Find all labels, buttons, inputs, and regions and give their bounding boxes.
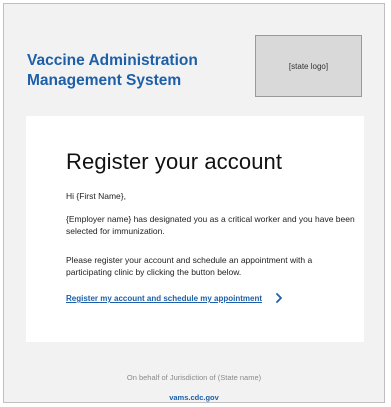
register-link[interactable]: Register my account and schedule my appo… — [66, 294, 262, 303]
state-logo-placeholder: [state logo] — [255, 35, 362, 97]
email-header: Vaccine Administration Management System… — [4, 4, 384, 116]
state-logo-label: [state logo] — [288, 61, 329, 71]
instruction-paragraph: Please register your account and schedul… — [66, 255, 313, 277]
designation-paragraph: {Employer name} has designated you as a … — [66, 214, 355, 236]
email-card: Register your account Hi {First Name}, {… — [26, 116, 364, 342]
app-title: Vaccine Administration Management System — [27, 51, 227, 91]
greeting-text: Hi {First Name}, — [66, 191, 126, 201]
chevron-right-icon[interactable] — [275, 293, 283, 303]
on-behalf-text: On behalf of Jurisdiction of (State name… — [126, 373, 262, 382]
email-frame: Vaccine Administration Management System… — [3, 3, 385, 403]
footer-url-link[interactable]: vams.cdc.gov — [4, 393, 384, 402]
page-title: Register your account — [66, 149, 283, 174]
app-title-line2: Management System — [27, 72, 182, 89]
app-title-line1: Vaccine Administration — [27, 52, 198, 69]
